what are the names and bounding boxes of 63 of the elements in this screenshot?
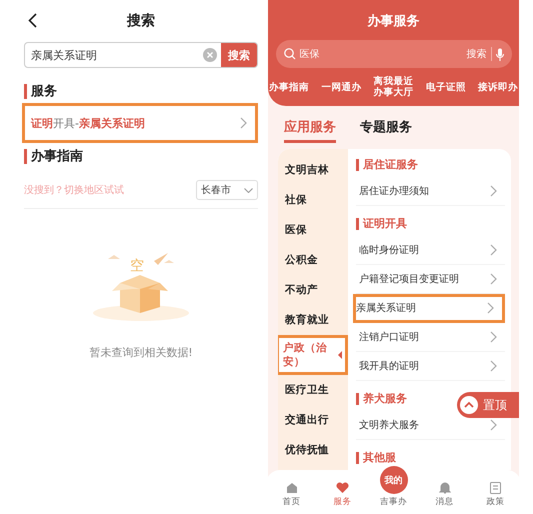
service-result[interactable]: 证明开具-亲属关系证明	[22, 103, 258, 143]
heart-icon	[336, 482, 349, 494]
quick-link[interactable]: 接诉即办	[478, 76, 518, 98]
tab[interactable]: 专题服务	[360, 118, 412, 143]
category-item[interactable]: 医疗卫生	[278, 375, 348, 405]
clear-icon[interactable]	[203, 48, 217, 62]
chevron-icon	[490, 272, 497, 285]
empty-label: 空	[130, 257, 144, 275]
section-heading: 其他服	[356, 452, 505, 464]
quick-link[interactable]: 办事指南	[269, 76, 309, 98]
category-item[interactable]: 交通出行	[278, 405, 348, 435]
back-to-top-button[interactable]: 置顶	[457, 392, 519, 418]
page-title: 办事服务	[368, 13, 420, 30]
service-item[interactable]: 亲属关系证明	[353, 294, 505, 324]
chevron-icon	[490, 184, 497, 197]
category-item[interactable]: 文明吉林	[278, 155, 348, 185]
pointer-icon	[338, 351, 342, 359]
dropdown-icon	[244, 188, 253, 192]
quick-link[interactable]: 离我最近办事大厅	[374, 76, 414, 98]
category-item[interactable]: 户政（治安）	[278, 335, 348, 375]
document-icon	[490, 482, 501, 494]
chevron-icon	[490, 244, 497, 256]
search-placeholder: 医保	[300, 48, 320, 61]
nav-item[interactable]: 首页	[276, 482, 308, 508]
section-heading: 服务	[24, 84, 258, 99]
empty-message: 暂未查询到相关数据!	[89, 345, 193, 360]
chevron-icon	[490, 360, 497, 372]
service-item[interactable]: 我开具的证明	[356, 352, 505, 382]
section-heading: 证明开具	[356, 218, 505, 230]
section-heading: 居住证服务	[356, 159, 505, 171]
chevron-icon	[490, 418, 497, 431]
chevron-icon	[240, 117, 247, 129]
category-item[interactable]: 医保	[278, 215, 348, 245]
tab[interactable]: 应用服务	[284, 118, 336, 143]
region-select[interactable]: 长春市	[196, 180, 258, 200]
service-item[interactable]: 居住证办理须知	[356, 177, 505, 206]
search-icon	[284, 48, 296, 60]
quick-link[interactable]: 电子证照	[426, 76, 466, 98]
section-heading: 办事指南	[24, 149, 258, 164]
category-item[interactable]: 优待抚恤	[278, 435, 348, 465]
chevron-icon	[490, 331, 497, 344]
microphone-icon[interactable]	[496, 48, 504, 60]
nav-item[interactable]: 政策	[480, 482, 512, 508]
nav-item[interactable]: 服务	[326, 482, 358, 508]
bell-icon	[438, 482, 450, 494]
chevron-icon	[487, 302, 494, 314]
category-item[interactable]: 社保	[278, 185, 348, 215]
service-item[interactable]: 临时身份证明	[356, 236, 505, 265]
search-field[interactable]: 亲属关系证明 搜索	[24, 42, 258, 68]
page-title: 搜索	[127, 12, 155, 30]
search-button[interactable]: 搜索	[221, 43, 257, 67]
back-icon[interactable]	[28, 13, 37, 28]
category-item[interactable]: 不动产	[278, 275, 348, 305]
nav-item[interactable]: 我的 吉事办	[378, 466, 410, 508]
nav-item[interactable]: 消息	[428, 482, 460, 508]
category-item[interactable]: 教育就业	[278, 305, 348, 335]
up-icon	[459, 395, 479, 415]
service-item[interactable]: 注销户口证明	[356, 323, 505, 352]
service-item[interactable]: 户籍登记项目变更证明	[356, 264, 505, 294]
home-icon	[286, 482, 298, 494]
quick-link[interactable]: 一网通办	[321, 76, 362, 98]
center-badge[interactable]: 我的	[380, 466, 408, 494]
category-item[interactable]: 公积金	[278, 245, 348, 275]
